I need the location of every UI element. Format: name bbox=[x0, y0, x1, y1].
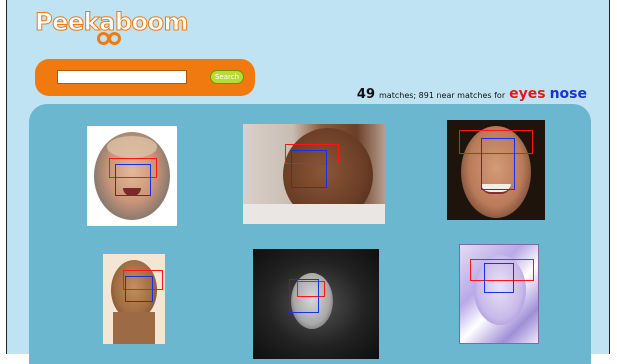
search-bar: Search bbox=[35, 59, 255, 96]
page: Peekaboom Search 49 matches; 891 near mat… bbox=[6, 0, 610, 364]
logo-text-peek: Peek bbox=[34, 8, 100, 37]
result-image-2[interactable] bbox=[243, 124, 385, 224]
neck-shape bbox=[113, 312, 155, 344]
logo-text-boom: boom bbox=[114, 8, 189, 37]
shirt-shape bbox=[243, 204, 385, 224]
query-word-eyes: eyes bbox=[509, 86, 546, 102]
nose-box bbox=[289, 279, 319, 313]
result-image-5[interactable] bbox=[253, 249, 379, 359]
result-image-1[interactable] bbox=[87, 126, 177, 226]
match-summary: 49 matches; 891 near matches for eyes nose bbox=[357, 83, 587, 102]
nose-box bbox=[484, 263, 514, 293]
nose-box bbox=[481, 138, 515, 190]
peekaboom-logo[interactable]: Peekaboom bbox=[34, 8, 189, 45]
results-panel bbox=[29, 104, 591, 364]
result-image-3[interactable] bbox=[447, 120, 545, 220]
nose-box bbox=[291, 150, 327, 188]
query-word-nose: nose bbox=[549, 86, 587, 102]
hair-shape bbox=[107, 136, 157, 158]
result-image-6[interactable] bbox=[459, 244, 539, 344]
result-image-4[interactable] bbox=[103, 254, 165, 344]
match-description: matches; 891 near matches for bbox=[379, 91, 506, 100]
nose-box bbox=[125, 276, 153, 302]
search-button[interactable]: Search bbox=[210, 70, 244, 84]
match-count: 49 bbox=[356, 87, 376, 102]
search-input[interactable] bbox=[57, 70, 187, 84]
logo-rings-icon bbox=[97, 32, 125, 46]
